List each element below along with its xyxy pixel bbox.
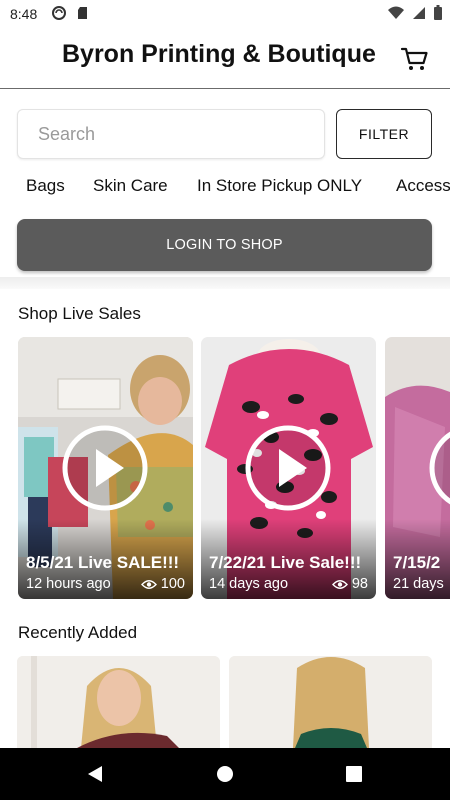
- battery-icon: [434, 5, 442, 20]
- category-bags[interactable]: Bags: [26, 176, 65, 196]
- live-sale-card[interactable]: 7/22/21 Live Sale!!! 14 days ago 98: [201, 337, 376, 599]
- live-sale-card[interactable]: 7/15/2 21 days: [385, 337, 450, 599]
- category-in-store-pickup[interactable]: In Store Pickup ONLY: [197, 176, 362, 196]
- home-icon[interactable]: [216, 765, 234, 783]
- live-sale-views: 98: [331, 576, 368, 592]
- product-card[interactable]: [17, 656, 220, 748]
- category-skin-care[interactable]: Skin Care: [93, 176, 168, 196]
- live-sale-card[interactable]: 8/5/21 Live SALE!!! 12 hours ago 100: [18, 337, 193, 599]
- play-icon[interactable]: [60, 423, 150, 513]
- app-header: Byron Printing & Boutique: [0, 28, 450, 89]
- app-title: Byron Printing & Boutique: [62, 40, 376, 68]
- live-sale-views: 100: [140, 576, 185, 592]
- view-count: 100: [160, 576, 185, 592]
- product-card[interactable]: [229, 656, 432, 748]
- live-sale-time: 12 hours ago: [26, 576, 111, 592]
- search-input[interactable]: Search: [17, 109, 325, 159]
- filter-button[interactable]: FILTER: [336, 109, 432, 159]
- live-sale-title: 7/22/21 Live Sale!!!: [209, 553, 362, 572]
- category-list: Bags Skin Care In Store Pickup ONLY Acce…: [0, 176, 450, 202]
- status-bar: 8:48: [0, 0, 450, 28]
- live-sale-title: 8/5/21 Live SALE!!!: [26, 553, 180, 572]
- system-nav-bar: [0, 748, 450, 800]
- live-sale-time: 14 days ago: [209, 576, 289, 592]
- wifi-icon: [388, 6, 404, 19]
- recents-icon[interactable]: [346, 766, 362, 782]
- live-sale-title: 7/15/2: [393, 553, 441, 572]
- view-count: 98: [351, 576, 368, 592]
- status-time: 8:48: [10, 6, 38, 22]
- login-to-shop-button[interactable]: LOGIN TO SHOP: [17, 219, 432, 271]
- category-accessories[interactable]: Access: [396, 176, 450, 196]
- live-sale-time: 21 days: [393, 576, 444, 592]
- status-right-icons: [388, 5, 442, 20]
- live-sales-heading: Shop Live Sales: [18, 304, 141, 323]
- sd-card-icon: [78, 7, 87, 19]
- recently-added-heading: Recently Added: [18, 623, 138, 642]
- play-icon[interactable]: [243, 423, 333, 513]
- sync-icon: [52, 6, 66, 20]
- section-divider: [0, 277, 450, 289]
- eye-icon: [140, 579, 157, 589]
- signal-icon: [413, 6, 425, 19]
- eye-icon: [331, 579, 348, 589]
- play-icon[interactable]: [427, 423, 450, 513]
- product-image: [17, 656, 220, 748]
- product-image: [229, 656, 432, 748]
- back-icon[interactable]: [86, 765, 104, 783]
- cart-icon[interactable]: [400, 44, 430, 74]
